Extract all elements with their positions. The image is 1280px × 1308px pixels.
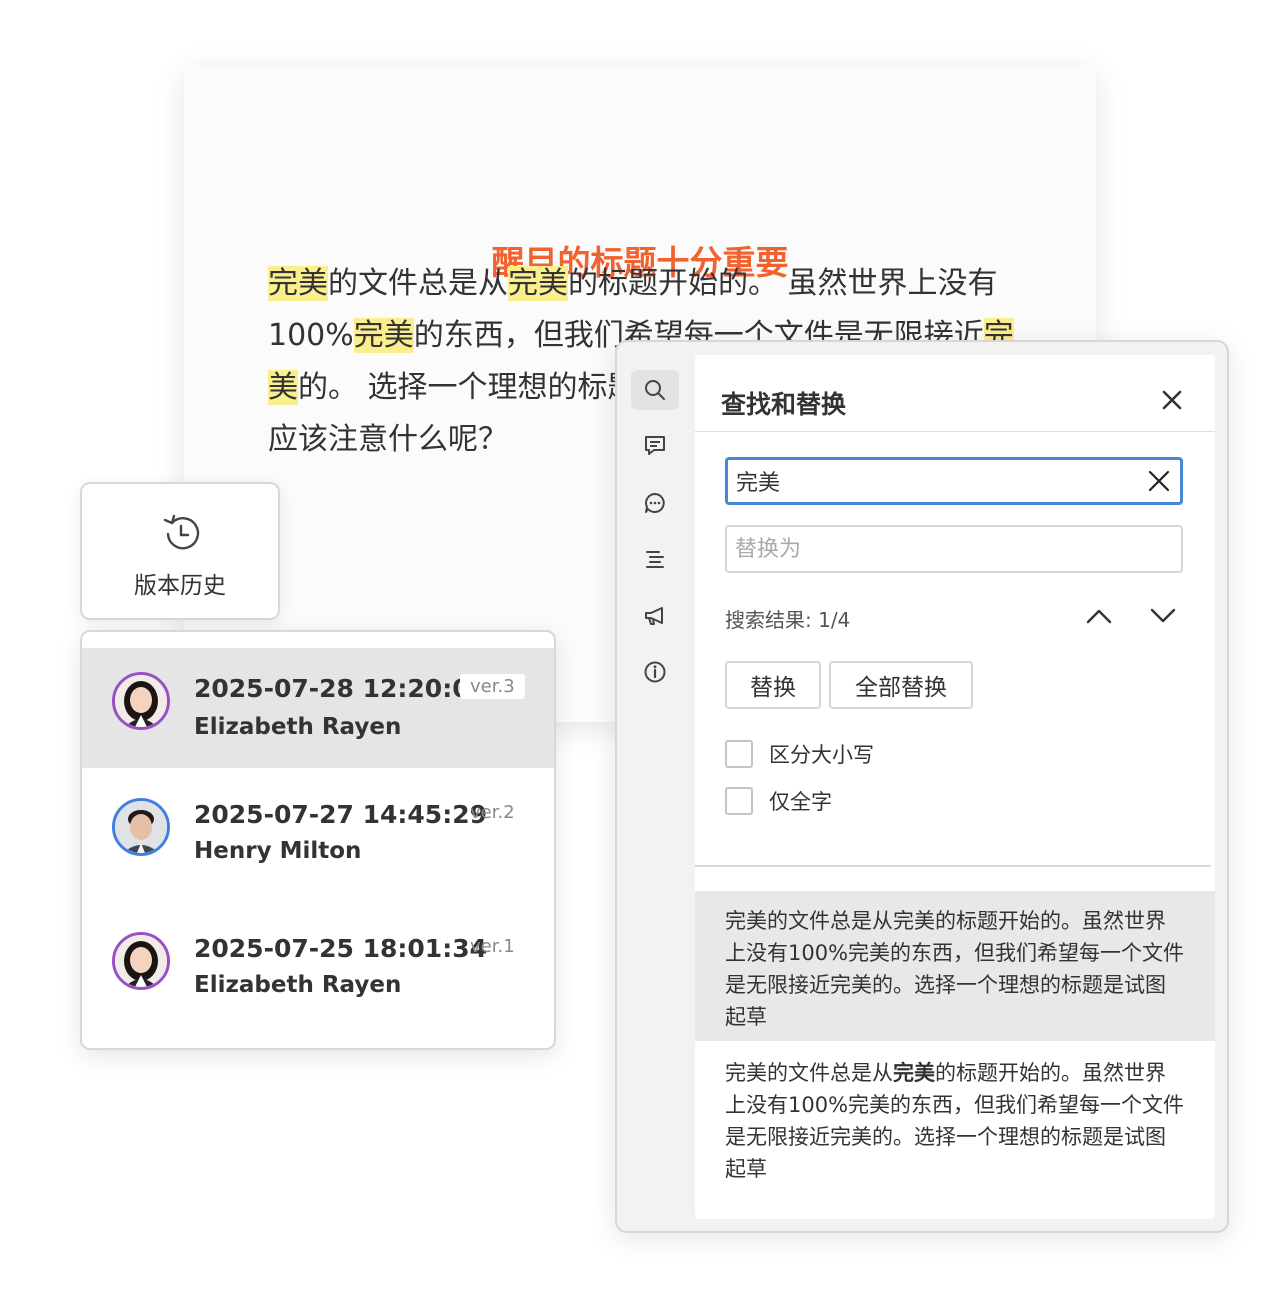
history-date: 2025-07-27 14:45:29 <box>194 800 487 829</box>
divider <box>695 865 1211 867</box>
avatar <box>112 798 170 856</box>
chevron-down-icon <box>1150 608 1176 623</box>
whole-word-label: 仅全字 <box>769 790 832 814</box>
comment-tool-button[interactable] <box>631 426 679 466</box>
chevron-up-icon <box>1086 609 1112 624</box>
history-date: 2025-07-28 12:20:01 <box>194 674 487 703</box>
outline-tool-button[interactable] <box>631 540 679 580</box>
chat-icon <box>645 493 665 513</box>
search-icon <box>645 380 665 400</box>
match-case-label: 区分大小写 <box>769 743 874 767</box>
close-panel-button[interactable] <box>1153 381 1191 419</box>
search-tool-button[interactable] <box>631 370 679 410</box>
history-item[interactable]: 2025-07-28 12:20:01 Elizabeth Rayen ver.… <box>82 648 554 768</box>
chat-tool-button[interactable] <box>631 483 679 523</box>
find-replace-content: 查找和替换 搜索结果: 1/4 替换 全部替换 区分大小写 仅全字 完美的 <box>695 355 1215 1219</box>
announcement-icon <box>645 607 663 625</box>
search-match: 完美 <box>268 266 328 301</box>
comment-icon <box>645 436 665 455</box>
replace-input[interactable] <box>725 525 1183 573</box>
previous-match-button[interactable] <box>1079 598 1119 634</box>
history-item[interactable]: 2025-07-25 18:01:34 Elizabeth Rayen ver.… <box>82 902 554 1022</box>
history-author: Elizabeth Rayen <box>194 972 402 998</box>
search-result-item[interactable]: 完美的文件总是从完美的标题开始的。虽然世界上没有100%完美的东西，但我们希望每… <box>695 1043 1215 1193</box>
outline-icon <box>646 551 664 568</box>
version-badge: ver.3 <box>460 674 525 699</box>
clear-search-button[interactable] <box>1143 465 1175 497</box>
divider <box>695 431 1215 432</box>
version-badge: ver.1 <box>470 936 515 957</box>
version-history-list: 2025-07-28 12:20:01 Elizabeth Rayen ver.… <box>80 630 556 1050</box>
history-icon <box>163 514 200 550</box>
version-history-label: 版本历史 <box>134 573 226 599</box>
paragraph-text: 的文件总是从 <box>328 266 508 301</box>
whole-word-checkbox[interactable] <box>725 787 753 815</box>
match-case-option[interactable]: 区分大小写 <box>725 739 874 769</box>
search-match: 完美 <box>353 318 414 353</box>
history-author: Elizabeth Rayen <box>194 714 402 740</box>
search-input[interactable] <box>725 457 1183 505</box>
match-case-checkbox[interactable] <box>725 740 753 768</box>
avatar <box>112 932 170 990</box>
announcement-tool-button[interactable] <box>631 596 679 636</box>
avatar <box>112 672 170 730</box>
replace-button[interactable]: 替换 <box>725 661 821 709</box>
history-author: Henry Milton <box>194 838 362 864</box>
search-match: 完美 <box>508 266 568 301</box>
panel-title: 查找和替换 <box>721 390 847 419</box>
result-text: 完美的文件总是从完美的标题开始的。虽然世界上没有100%完美的东西，但我们希望每… <box>725 909 1185 1029</box>
next-match-button[interactable] <box>1143 598 1183 634</box>
close-icon <box>1148 470 1170 492</box>
history-date: 2025-07-25 18:01:34 <box>194 934 487 963</box>
search-result-count: 搜索结果: 1/4 <box>725 608 851 632</box>
result-match: 完美 <box>893 1061 935 1085</box>
info-icon <box>644 661 666 683</box>
whole-word-option[interactable]: 仅全字 <box>725 786 832 816</box>
info-tool-button[interactable] <box>631 652 679 692</box>
history-item[interactable]: 2025-07-27 14:45:29 Henry Milton ver.2 <box>82 768 554 888</box>
version-history-button[interactable]: 版本历史 <box>80 482 280 620</box>
find-replace-panel: 查找和替换 搜索结果: 1/4 替换 全部替换 区分大小写 仅全字 完美的 <box>615 340 1229 1233</box>
search-result-item[interactable]: 完美的文件总是从完美的标题开始的。虽然世界上没有100%完美的东西，但我们希望每… <box>695 891 1215 1041</box>
version-badge: ver.2 <box>470 802 515 823</box>
close-icon <box>1162 390 1182 410</box>
result-text: 完美的文件总是从 <box>725 1061 893 1085</box>
replace-all-button[interactable]: 全部替换 <box>829 661 973 709</box>
